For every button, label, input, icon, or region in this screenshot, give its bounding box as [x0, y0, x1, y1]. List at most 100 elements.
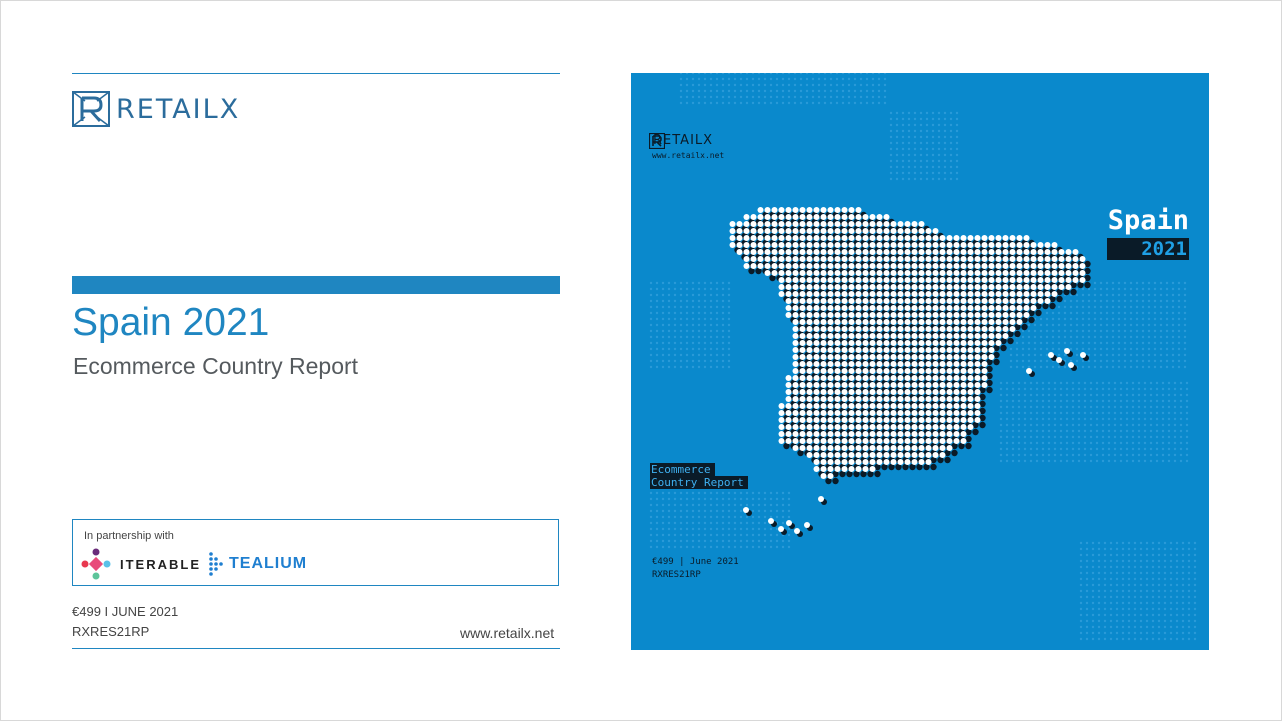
bg-dot — [1075, 305, 1079, 309]
bg-dot — [931, 117, 935, 121]
map-dot — [988, 291, 995, 297]
bg-dot — [1075, 329, 1079, 333]
bg-dot — [1141, 287, 1145, 291]
island-dot — [1048, 352, 1054, 358]
map-dot — [869, 312, 876, 318]
bg-dot — [1093, 365, 1097, 369]
bg-dot — [913, 141, 917, 145]
bg-dot — [709, 293, 713, 297]
map-dot — [981, 333, 988, 339]
bg-dot — [919, 147, 923, 151]
bg-dot — [1011, 417, 1015, 421]
map-dot — [841, 354, 848, 360]
bg-dot — [1009, 353, 1013, 357]
bg-dot — [1033, 353, 1037, 357]
bg-dot — [757, 521, 761, 525]
bg-dot — [1123, 323, 1127, 327]
bg-dot — [1057, 323, 1061, 327]
bg-dot — [1119, 429, 1123, 433]
map-dot — [911, 291, 918, 297]
map-dot — [960, 333, 967, 339]
map-dot — [1002, 312, 1009, 318]
bg-dot — [715, 359, 719, 363]
map-dot — [806, 256, 813, 262]
bg-dot — [1027, 323, 1031, 327]
bg-dot — [1011, 435, 1015, 439]
map-dot — [932, 249, 939, 255]
map-dot — [1079, 277, 1086, 283]
bg-dot — [1089, 399, 1093, 403]
bg-dot — [721, 527, 725, 531]
bg-dot — [1163, 637, 1167, 641]
bg-dot — [1021, 359, 1025, 363]
bg-dot — [1183, 317, 1187, 321]
bg-dot — [679, 293, 683, 297]
bg-dot — [853, 95, 857, 99]
bg-dot — [709, 281, 713, 285]
map-dot — [855, 403, 862, 409]
bg-dot — [1063, 335, 1067, 339]
map-dot — [799, 319, 806, 325]
map-dot — [981, 242, 988, 248]
bg-dot — [1017, 411, 1021, 415]
bg-dot — [1133, 553, 1137, 557]
bg-dot — [865, 77, 869, 81]
map-dot — [813, 284, 820, 290]
map-dot — [1016, 263, 1023, 269]
bg-dot — [1089, 423, 1093, 427]
bg-dot — [1167, 459, 1171, 463]
bg-dot — [919, 117, 923, 121]
bg-dot — [937, 165, 941, 169]
bg-dot — [1129, 293, 1133, 297]
map-dot — [911, 347, 918, 353]
map-dot — [827, 361, 834, 367]
bg-dot — [919, 135, 923, 139]
bg-dot — [1005, 423, 1009, 427]
map-dot — [946, 424, 953, 430]
map-dot — [904, 389, 911, 395]
bg-dot — [999, 441, 1003, 445]
bg-dot — [763, 533, 767, 537]
bg-dot — [1141, 353, 1145, 357]
bg-dot — [925, 117, 929, 121]
bg-dot — [751, 89, 755, 93]
bg-dot — [805, 89, 809, 93]
map-dot — [848, 417, 855, 423]
bg-dot — [1015, 341, 1019, 345]
bg-dot — [673, 293, 677, 297]
bg-dot — [1179, 429, 1183, 433]
bg-dot — [649, 347, 653, 351]
bg-dot — [727, 299, 731, 303]
bg-dot — [1149, 423, 1153, 427]
map-dot — [1023, 270, 1030, 276]
map-dot — [925, 459, 932, 465]
bg-dot — [1181, 577, 1185, 581]
bg-dot — [649, 491, 653, 495]
bg-dot — [769, 101, 773, 105]
bg-dot — [697, 287, 701, 291]
website-link[interactable]: www.retailx.net — [460, 625, 554, 641]
bg-dot — [1161, 429, 1165, 433]
bg-dot — [1103, 577, 1107, 581]
bg-dot — [1045, 347, 1049, 351]
map-dot — [974, 305, 981, 311]
bg-dot — [1095, 459, 1099, 463]
bg-dot — [999, 393, 1003, 397]
bg-dot — [721, 509, 725, 513]
bg-dot — [715, 533, 719, 537]
map-dot — [897, 389, 904, 395]
bg-dot — [1143, 447, 1147, 451]
map-dot — [995, 312, 1002, 318]
map-dot — [841, 410, 848, 416]
map-dot — [855, 249, 862, 255]
bg-dot — [1005, 405, 1009, 409]
bg-dot — [1059, 411, 1063, 415]
bg-dot — [649, 539, 653, 543]
map-dot — [785, 298, 792, 304]
map-dot — [848, 445, 855, 451]
map-dot — [799, 354, 806, 360]
bg-dot — [1071, 399, 1075, 403]
map-dot — [813, 291, 820, 297]
bg-dot — [931, 177, 935, 181]
map-dot — [925, 291, 932, 297]
